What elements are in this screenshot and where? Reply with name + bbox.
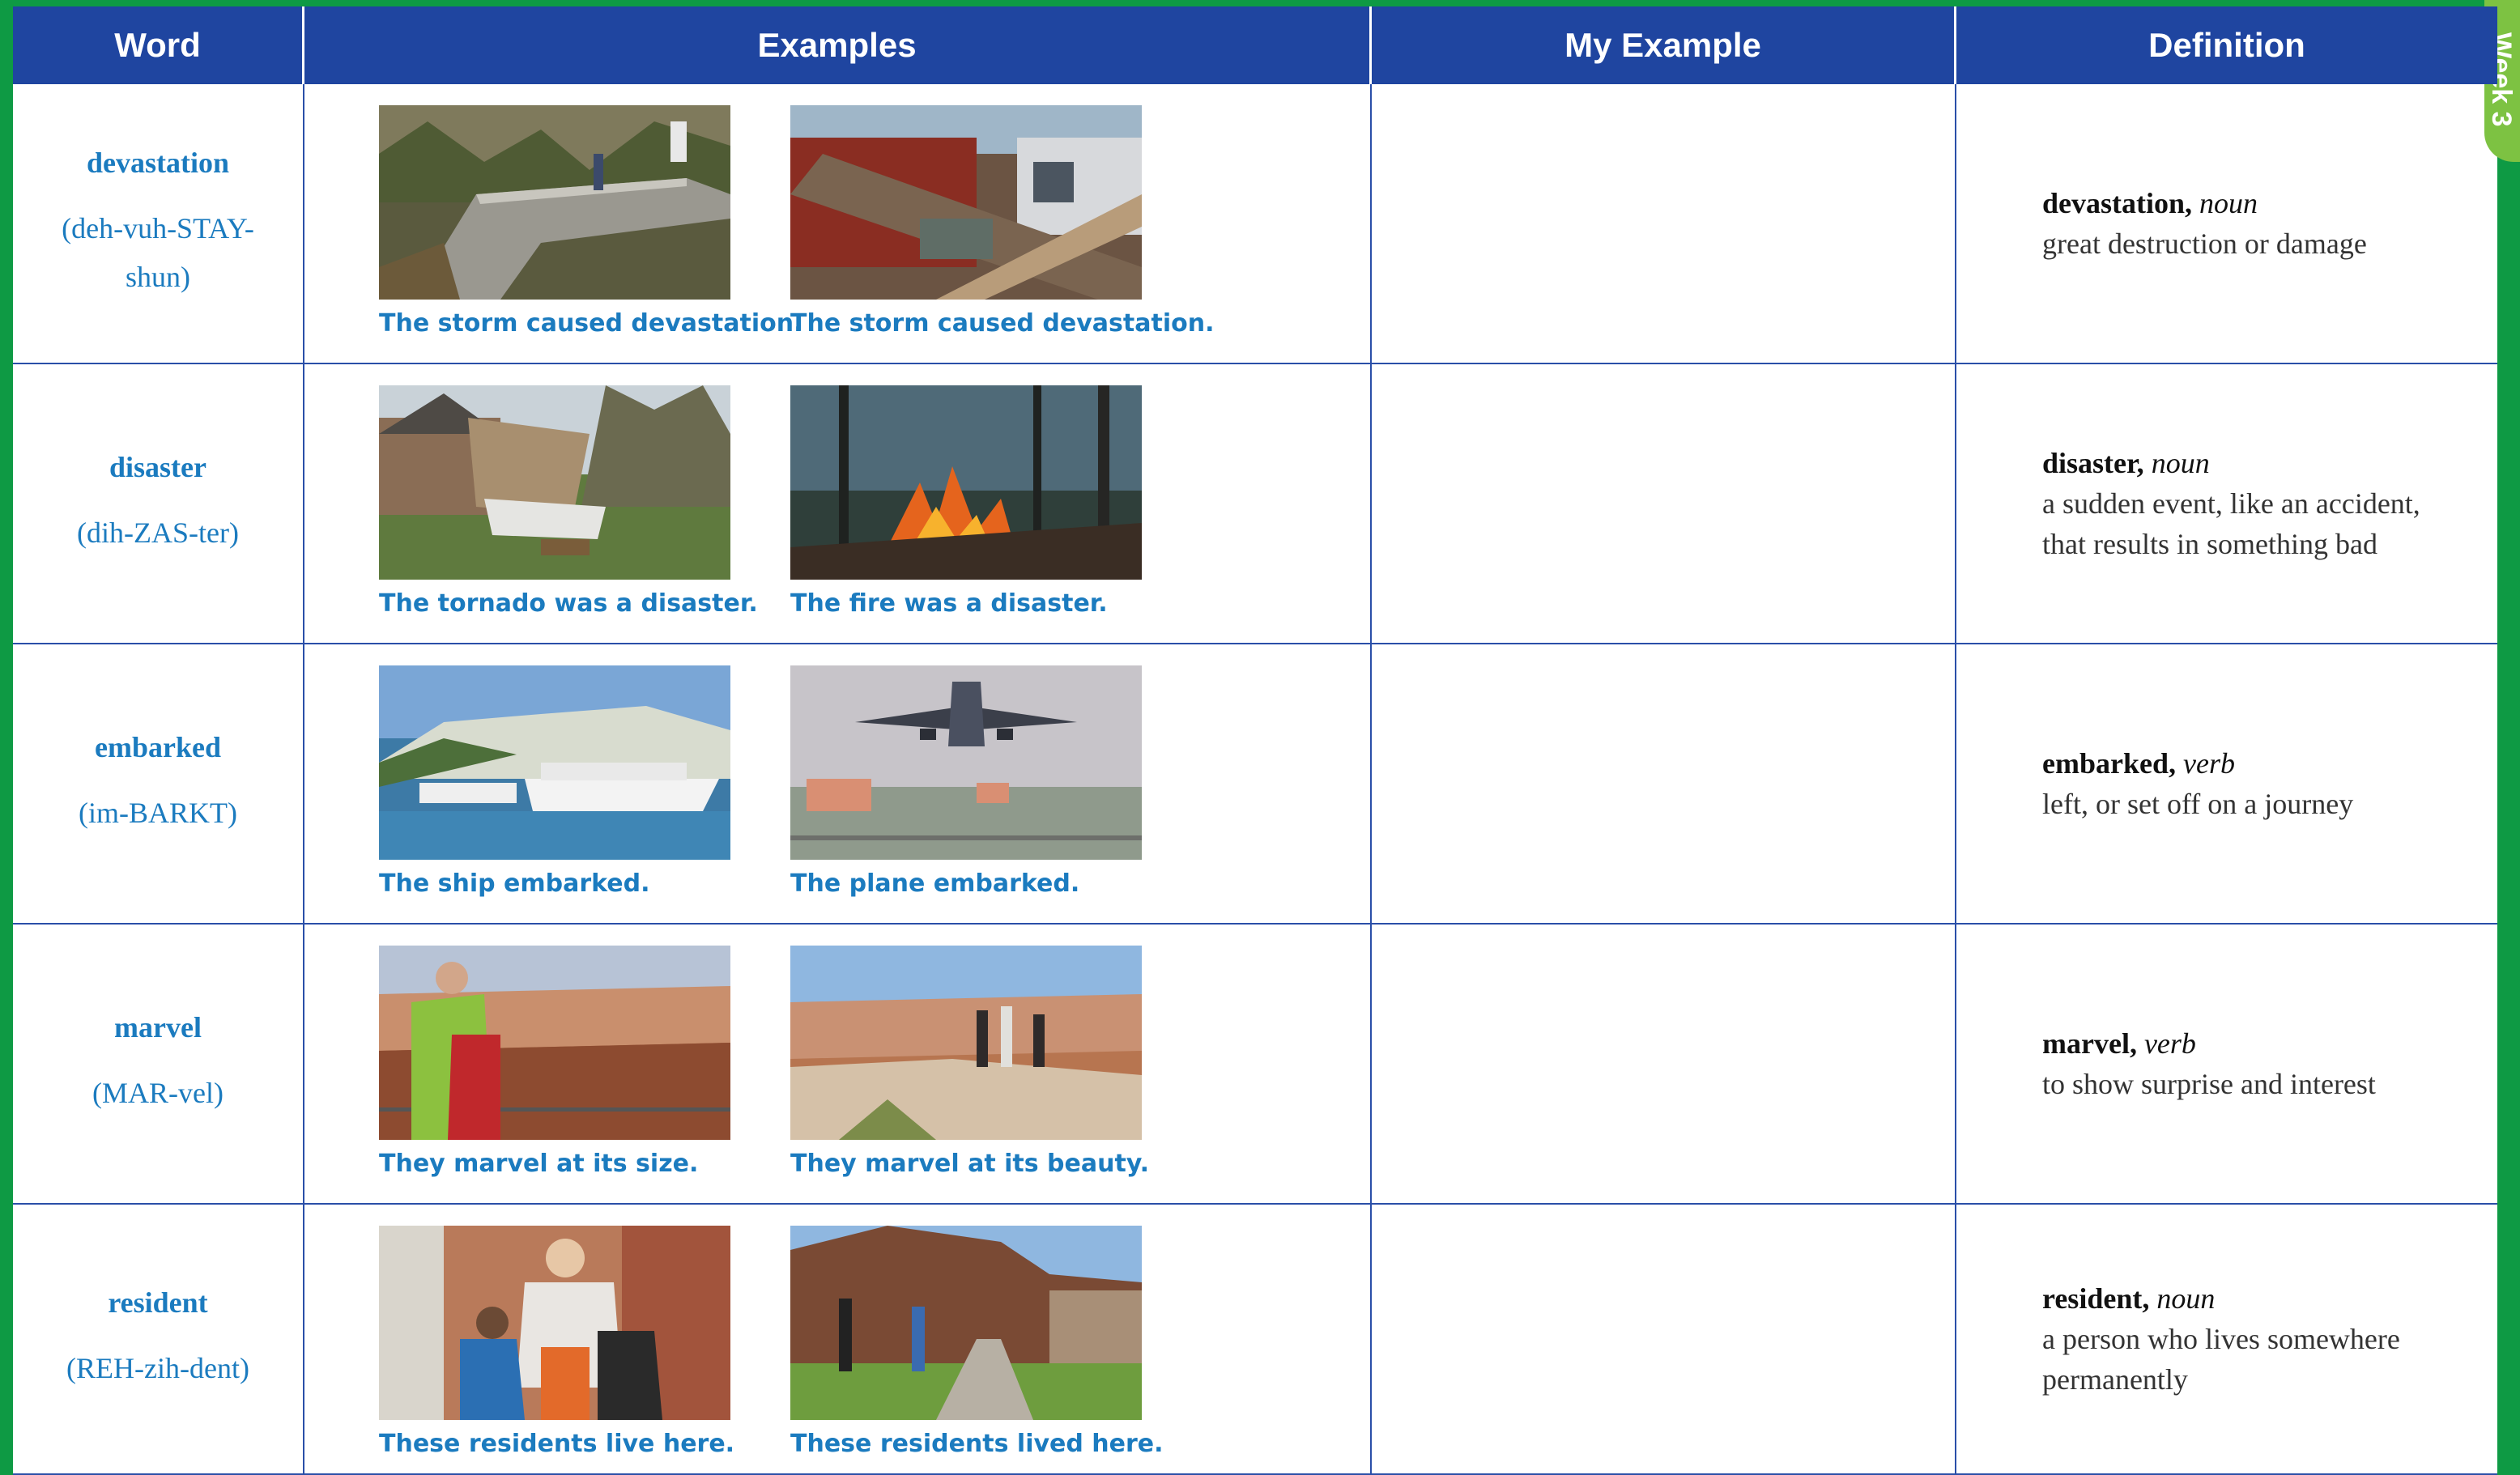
pronunciation: (im-BARKT) — [79, 797, 237, 829]
example-2: The plane embarked. — [790, 665, 1143, 898]
example-caption: The tornado was a disaster. — [379, 589, 758, 618]
word-cell: devastation (deh-vuh-STAY-shun) — [13, 84, 304, 364]
example-caption: They marvel at its beauty. — [790, 1150, 1150, 1178]
vocab-word: marvel — [114, 1011, 202, 1044]
canyon-hikers-photo — [790, 946, 1142, 1140]
part-of-speech: verb — [2183, 747, 2235, 780]
header-my-example: My Example — [1372, 6, 1956, 84]
examples-cell: The ship embarked. The plane embarked. — [304, 644, 1372, 925]
my-example-cell[interactable] — [1372, 84, 1956, 364]
definition-word: disaster, — [2042, 447, 2144, 479]
example-caption: The storm caused devastation. — [379, 309, 803, 338]
definition: disaster, noun a sudden event, like an a… — [2042, 443, 2447, 564]
word-cell: disaster (dih-ZAS-ter) — [13, 364, 304, 644]
airplane-takeoff-photo — [790, 665, 1142, 860]
definition-text: great destruction or damage — [2042, 227, 2367, 260]
part-of-speech: verb — [2143, 1027, 2196, 1060]
example-1: The ship embarked. — [379, 665, 732, 898]
example-2: The storm caused devastation. — [790, 105, 1215, 338]
my-example-cell[interactable] — [1372, 364, 1956, 644]
header-word: Word — [13, 6, 304, 84]
definition-word: devastation, — [2042, 187, 2193, 219]
page-frame-left — [0, 0, 13, 1475]
pronunciation: (REH-zih-dent) — [66, 1352, 249, 1384]
example-caption: The ship embarked. — [379, 869, 650, 898]
example-2: They marvel at its beauty. — [790, 946, 1150, 1178]
collapsed-bridge-photo — [379, 105, 730, 300]
fallen-tree-house-photo — [790, 105, 1142, 300]
definition-word: embarked, — [2042, 747, 2176, 780]
vocab-word: devastation — [86, 147, 229, 179]
my-example-cell[interactable] — [1372, 644, 1956, 925]
definition-text: left, or set off on a journey — [2042, 788, 2354, 820]
word-cell: resident (REH-zih-dent) — [13, 1205, 304, 1475]
definition: resident, noun a person who lives somewh… — [2042, 1278, 2447, 1400]
example-caption: The storm caused devastation. — [790, 309, 1215, 338]
ferry-ship-photo — [379, 665, 730, 860]
word-cell: marvel (MAR-vel) — [13, 925, 304, 1205]
definition: embarked, verb left, or set off on a jou… — [2042, 743, 2447, 824]
definition-cell: embarked, verb left, or set off on a jou… — [1956, 644, 2497, 925]
definition-word: marvel, — [2042, 1027, 2137, 1060]
example-caption: The fire was a disaster. — [790, 589, 1108, 618]
example-caption: These residents live here. — [379, 1430, 735, 1458]
canyon-family-photo — [379, 946, 730, 1140]
pronunciation: (deh-vuh-STAY-shun) — [62, 212, 254, 293]
page-frame-right — [2497, 0, 2520, 1475]
examples-cell: The tornado was a disaster. The fire was… — [304, 364, 1372, 644]
example-2: The fire was a disaster. — [790, 385, 1143, 618]
example-caption: The plane embarked. — [790, 869, 1080, 898]
pronunciation: (dih-ZAS-ter) — [77, 516, 239, 549]
definition-cell: resident, noun a person who lives somewh… — [1956, 1205, 2497, 1475]
page-frame-top — [0, 0, 2520, 6]
vocab-word: embarked — [95, 731, 221, 763]
example-caption: They marvel at its size. — [379, 1150, 699, 1178]
examples-cell: These residents live here. These residen… — [304, 1205, 1372, 1475]
example-1: They marvel at its size. — [379, 946, 732, 1178]
example-1: The storm caused devastation. — [379, 105, 803, 338]
definition-cell: devastation, noun great destruction or d… — [1956, 84, 2497, 364]
definition-text: a person who lives somewhere permanently — [2042, 1323, 2400, 1396]
example-caption: These residents lived here. — [790, 1430, 1164, 1458]
family-stoop-photo — [379, 1226, 730, 1420]
definition-word: resident, — [2042, 1282, 2150, 1315]
definition-cell: marvel, verb to show surprise and intere… — [1956, 925, 2497, 1205]
header-definition: Definition — [1956, 6, 2497, 84]
example-2: These residents lived here. — [790, 1226, 1164, 1458]
forest-fire-photo — [790, 385, 1142, 580]
examples-cell: They marvel at its size. They marvel at … — [304, 925, 1372, 1205]
suburban-house-photo — [790, 1226, 1142, 1420]
header-examples: Examples — [304, 6, 1372, 84]
definition-text: to show surprise and interest — [2042, 1068, 2376, 1100]
definition-cell: disaster, noun a sudden event, like an a… — [1956, 364, 2497, 644]
vocab-word: disaster — [109, 451, 206, 483]
examples-cell: The storm caused devastation. The storm … — [304, 84, 1372, 364]
tornado-damage-photo — [379, 385, 730, 580]
example-1: These residents live here. — [379, 1226, 735, 1458]
vocab-word: resident — [108, 1286, 208, 1319]
my-example-cell[interactable] — [1372, 1205, 1956, 1475]
example-1: The tornado was a disaster. — [379, 385, 758, 618]
definition-text: a sudden event, like an accident, that r… — [2042, 487, 2420, 560]
pronunciation: (MAR-vel) — [92, 1077, 223, 1109]
definition: devastation, noun great destruction or d… — [2042, 183, 2447, 264]
my-example-cell[interactable] — [1372, 925, 1956, 1205]
part-of-speech: noun — [2151, 447, 2210, 479]
word-cell: embarked (im-BARKT) — [13, 644, 304, 925]
vocabulary-table: Word Examples My Example Definition deva… — [13, 6, 2497, 1475]
part-of-speech: noun — [2199, 187, 2258, 219]
definition: marvel, verb to show surprise and intere… — [2042, 1023, 2447, 1104]
part-of-speech: noun — [2156, 1282, 2216, 1315]
